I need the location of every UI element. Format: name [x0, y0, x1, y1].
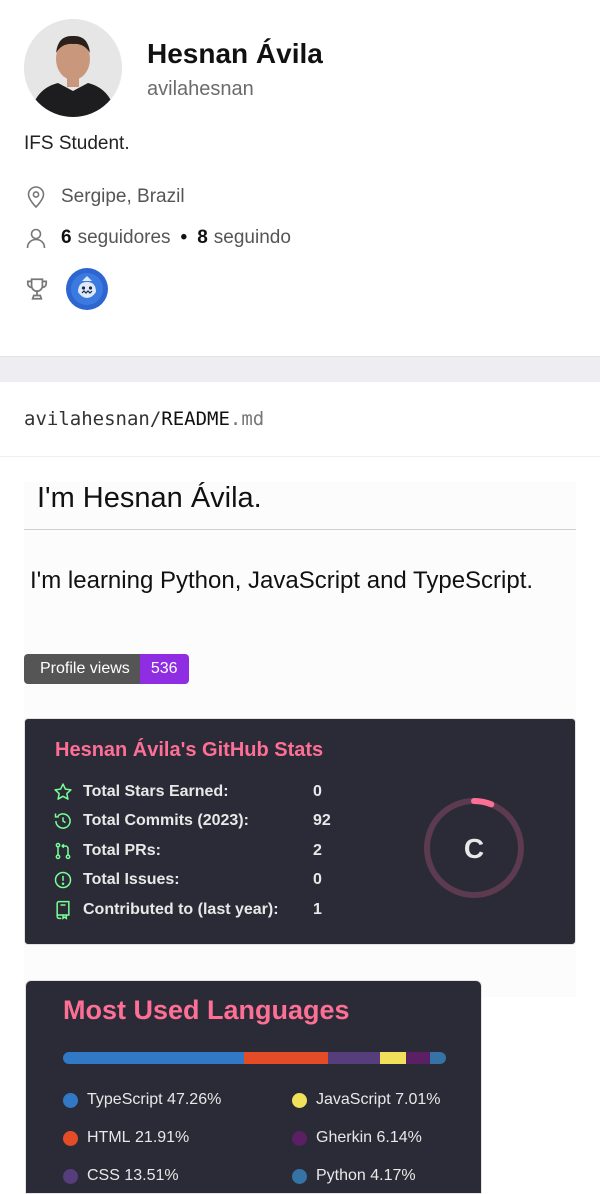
- language-color-dot: [63, 1092, 78, 1108]
- following-count[interactable]: 8: [197, 227, 208, 249]
- star-icon: [54, 783, 72, 800]
- following-label[interactable]: seguindo: [214, 227, 291, 249]
- readme-header: avilahesnan/README.md: [0, 382, 600, 457]
- language-item: Gherkin 6.14%: [292, 1129, 422, 1147]
- profile-views-badge[interactable]: Profile views 536: [24, 654, 189, 684]
- language-percent: 6.14%: [376, 1129, 422, 1146]
- language-color-dot: [63, 1168, 78, 1184]
- language-percent: 4.17%: [370, 1167, 416, 1184]
- languages-title: Most Used Languages: [63, 995, 350, 1025]
- language-bar-segment: [406, 1052, 430, 1064]
- language-name: Python: [316, 1167, 366, 1184]
- github-stats-card[interactable]: Hesnan Ávila's GitHub Stats Total Stars …: [24, 718, 576, 945]
- language-item: HTML 21.91%: [63, 1129, 189, 1147]
- views-count: 536: [139, 654, 189, 684]
- language-item: CSS 13.51%: [63, 1167, 179, 1185]
- language-bar-segment: [63, 1052, 244, 1064]
- stat-label: Total PRs:: [83, 842, 161, 859]
- readme-ext: .md: [229, 408, 265, 430]
- pull-request-icon: [55, 842, 71, 860]
- language-name: CSS: [87, 1167, 120, 1184]
- profile-header: Hesnan Ávila avilahesnan IFS Student. Se…: [0, 0, 600, 356]
- readme-path[interactable]: avilahesnan/README.md: [24, 408, 264, 430]
- stat-commits: Total Commits (2023): 92: [53, 811, 331, 831]
- language-bar-segment: [430, 1052, 446, 1064]
- location-text: Sergipe, Brazil: [61, 186, 185, 207]
- language-item: Python 4.17%: [292, 1167, 416, 1185]
- language-name: TypeScript: [87, 1091, 163, 1108]
- achievements-row: [24, 268, 108, 310]
- followers-count[interactable]: 6: [61, 227, 72, 249]
- language-color-dot: [292, 1168, 307, 1184]
- stat-label: Contributed to (last year):: [83, 901, 279, 918]
- grade-text: C: [464, 833, 484, 864]
- readme-heading: I'm Hesnan Ávila.: [37, 482, 262, 514]
- languages-bar: [63, 1052, 446, 1064]
- person-icon: [26, 228, 46, 249]
- profile-username: avilahesnan: [147, 78, 254, 100]
- readme-content: I'm Hesnan Ávila. I'm learning Python, J…: [24, 482, 576, 997]
- language-color-dot: [292, 1092, 307, 1108]
- language-item: JavaScript 7.01%: [292, 1091, 441, 1109]
- trophy-icon: [26, 278, 48, 300]
- language-bar-segment: [379, 1052, 407, 1064]
- views-label: Profile views: [24, 654, 140, 684]
- stat-value: 92: [313, 812, 331, 829]
- language-bar-segment: [244, 1052, 328, 1064]
- stats-title: Hesnan Ávila's GitHub Stats: [55, 739, 324, 761]
- stat-issues: Total Issues: 0: [53, 870, 322, 890]
- readme-subheading: I'm learning Python, JavaScript and Type…: [30, 567, 534, 594]
- heading-rule: [24, 529, 576, 530]
- separator-dot: •: [180, 227, 188, 248]
- language-name: HTML: [87, 1129, 131, 1146]
- stat-contributed: Contributed to (last year): 1: [53, 900, 322, 920]
- language-item: TypeScript 47.26%: [63, 1091, 221, 1109]
- repo-icon: [56, 900, 70, 920]
- location-row: Sergipe, Brazil: [24, 185, 185, 209]
- language-bar-segment: [327, 1052, 380, 1064]
- stat-prs: Total PRs: 2: [53, 841, 322, 861]
- language-percent: 7.01%: [395, 1091, 441, 1108]
- languages-card[interactable]: Most Used Languages TypeScript 47.26% HT…: [25, 980, 482, 1194]
- language-percent: 13.51%: [124, 1167, 179, 1184]
- stat-value: 0: [313, 871, 322, 888]
- stat-label: Total Commits (2023):: [83, 812, 249, 829]
- stat-label: Total Issues:: [83, 871, 180, 888]
- readme-owner: avilahesnan/: [24, 408, 162, 430]
- section-divider: [0, 356, 600, 382]
- stat-value: 0: [313, 783, 322, 800]
- followers-row: 6 seguidores • 8 seguindo: [24, 226, 291, 250]
- stat-label: Total Stars Earned:: [83, 783, 229, 800]
- profile-name: Hesnan Ávila: [147, 38, 323, 69]
- language-percent: 47.26%: [167, 1091, 222, 1108]
- grade-ring: C: [424, 798, 524, 898]
- avatar[interactable]: [24, 19, 122, 117]
- location-pin-icon: [27, 186, 45, 209]
- history-icon: [54, 813, 71, 829]
- achievement-badge-icon[interactable]: [66, 268, 108, 310]
- issue-icon: [54, 871, 72, 889]
- stat-value: 2: [313, 842, 322, 859]
- language-percent: 21.91%: [135, 1129, 190, 1146]
- profile-bio: IFS Student.: [24, 133, 130, 154]
- stat-value: 1: [313, 901, 322, 918]
- language-color-dot: [63, 1130, 78, 1146]
- language-name: JavaScript: [316, 1091, 391, 1108]
- readme-file: README: [161, 408, 230, 430]
- language-name: Gherkin: [316, 1129, 373, 1146]
- followers-label[interactable]: seguidores: [78, 227, 171, 249]
- stat-stars: Total Stars Earned: 0: [53, 782, 322, 802]
- language-color-dot: [292, 1130, 307, 1146]
